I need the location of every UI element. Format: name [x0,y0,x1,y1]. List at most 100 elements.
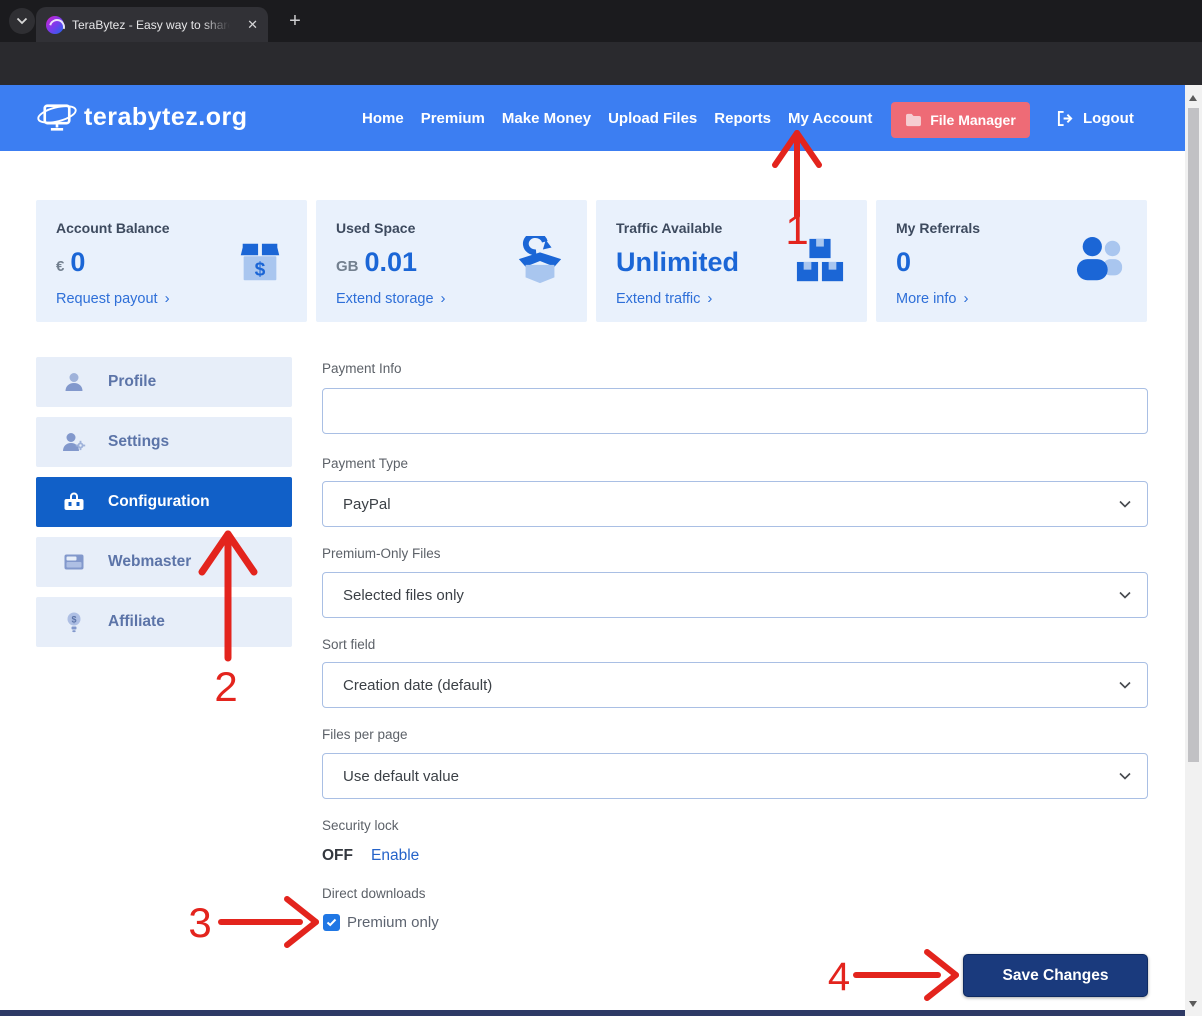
sort-field-label: Sort field [322,637,375,652]
toolbox-icon [62,490,86,514]
folder-icon [905,113,922,127]
chevron-down-icon [1119,681,1131,689]
chevron-down-icon [1119,772,1131,780]
unit-prefix: GB [336,258,359,275]
monitor-logo-icon [36,99,78,135]
premium-files-select[interactable]: Selected files only [322,572,1148,618]
sidebar-item-webmaster[interactable]: Webmaster [36,537,292,587]
svg-text:$: $ [255,259,266,280]
chevron-right-icon: › [963,290,968,307]
files-per-page-value: Use default value [343,768,459,785]
chevron-down-icon [1119,500,1131,508]
file-manager-label: File Manager [930,112,1016,128]
payment-info-input[interactable] [322,388,1148,434]
security-lock-status: OFF [322,847,353,865]
security-lock-enable-link[interactable]: Enable [371,847,419,865]
payment-type-value: PayPal [343,496,391,513]
scroll-up-arrow-icon[interactable] [1189,91,1197,101]
card-title: Used Space [336,220,567,236]
currency-prefix: € [56,258,64,275]
page-scrollbar[interactable] [1185,85,1202,1016]
sidebar-label: Settings [108,433,169,451]
extend-storage-link[interactable]: Extend storage› [336,290,446,307]
chevron-right-icon: › [165,290,170,307]
tab-close-icon[interactable]: ✕ [247,17,258,33]
sidebar-item-affiliate[interactable]: $ Affiliate [36,597,292,647]
sort-field-select[interactable]: Creation date (default) [322,662,1148,708]
annotation-number-4: 4 [828,955,850,999]
premium-files-label: Premium-Only Files [322,546,441,561]
annotation-arrow-3 [221,899,316,945]
premium-only-label[interactable]: Premium only [347,914,439,931]
sidebar-label: Webmaster [108,553,191,571]
chevron-down-icon [1119,591,1131,599]
checkmark-icon [326,918,337,927]
account-menu: Profile Settings Configuration Webmaster… [36,357,292,657]
premium-only-checkbox[interactable] [323,914,340,931]
annotation-number-3: 3 [188,899,211,946]
logout-button[interactable]: Logout [1056,85,1134,151]
nav-make-money[interactable]: Make Money [502,110,591,127]
chevron-down-icon [16,17,28,25]
stats-row: Account Balance €0 Request payout› $ Use… [36,200,1147,322]
used-space-value: 0.01 [365,249,418,276]
sidebar-label: Profile [108,373,156,391]
nav-my-account[interactable]: My Account [788,110,872,127]
new-tab-button[interactable]: + [282,8,308,34]
sidebar-item-profile[interactable]: Profile [36,357,292,407]
card-title: My Referrals [896,220,1127,236]
balance-value: 0 [70,249,85,276]
card-title: Account Balance [56,220,287,236]
brand-name: terabytez.org [84,103,247,132]
main-nav: Home Premium Make Money Upload Files Rep… [362,85,872,151]
user-icon [62,370,86,394]
tab-strip: TeraBytez - Easy way to share y ✕ + [0,0,1202,42]
card-used-space: Used Space GB 0.01 Extend storage› [316,200,587,322]
referrals-value: 0 [896,249,911,276]
request-payout-link[interactable]: Request payout› [56,290,170,307]
more-info-link[interactable]: More info› [896,290,968,307]
sort-field-value: Creation date (default) [343,677,492,694]
tab-title: TeraBytez - Easy way to share y [72,18,230,32]
scrollbar-thumb[interactable] [1188,108,1199,762]
card-my-referrals: My Referrals 0 More info› [876,200,1147,322]
logout-icon [1056,110,1075,127]
sidebar-item-settings[interactable]: Settings [36,417,292,467]
sidebar-item-configuration[interactable]: Configuration [36,477,292,527]
chevron-right-icon: › [441,290,446,307]
files-per-page-select[interactable]: Use default value [322,753,1148,799]
sidebar-label: Configuration [108,493,210,511]
payment-info-label: Payment Info [322,361,402,376]
annotation-number-2: 2 [214,663,237,710]
site-favicon-icon [46,16,64,34]
tab-search-button[interactable] [9,8,35,34]
premium-files-value: Selected files only [343,587,464,604]
footer-strip [0,1010,1194,1016]
browser-toolbar: terabytez.org/account/ ☆ {} A ⋮ [0,42,1202,85]
card-traffic-available: Traffic Available Unlimited Extend traff… [596,200,867,322]
browser-tab[interactable]: TeraBytez - Easy way to share y ✕ [36,7,268,42]
nav-home[interactable]: Home [362,110,404,127]
files-per-page-label: Files per page [322,727,408,742]
nav-premium[interactable]: Premium [421,110,485,127]
cash-box-icon: $ [233,236,287,286]
site-logo[interactable]: terabytez.org [36,99,247,135]
extend-traffic-link[interactable]: Extend traffic› [616,290,712,307]
card-account-balance: Account Balance €0 Request payout› $ [36,200,307,322]
user-gear-icon [62,430,86,454]
payment-type-select[interactable]: PayPal [322,481,1148,527]
nav-reports[interactable]: Reports [714,110,771,127]
site-header: terabytez.org Home Premium Make Money Up… [0,85,1185,151]
browser-window: TeraBytez - Easy way to share y ✕ + tera… [0,0,1202,1016]
browser-window-icon [62,550,86,574]
bulb-dollar-icon: $ [62,610,86,634]
nav-upload-files[interactable]: Upload Files [608,110,697,127]
payment-type-label: Payment Type [322,456,408,471]
file-manager-button[interactable]: File Manager [891,102,1030,138]
logout-label: Logout [1083,110,1134,127]
open-box-icon [513,236,567,286]
save-changes-button[interactable]: Save Changes [963,954,1148,997]
scroll-down-arrow-icon[interactable] [1189,1001,1197,1011]
card-title: Traffic Available [616,220,847,236]
svg-text:$: $ [71,615,76,625]
